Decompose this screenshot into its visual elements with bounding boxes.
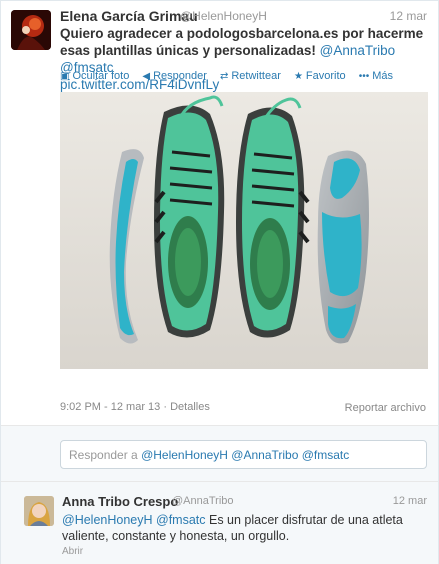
hide-photo-button[interactable]: ▣ Ocultar foto	[60, 70, 129, 82]
retweet-button[interactable]: ⇄ Retwittear	[220, 70, 281, 82]
report-link[interactable]: Reportar archivo	[345, 402, 426, 414]
author-name[interactable]: Elena García Grimau	[60, 8, 198, 24]
tweet-detail-panel: Elena García Grimau @HelenHoneyH 12 mar …	[0, 0, 439, 564]
author-handle[interactable]: @AnnaTribo	[172, 495, 234, 507]
reply-icon: ◀	[142, 71, 151, 82]
reply-button[interactable]: ◀ Responder	[142, 70, 207, 82]
reply-tweet[interactable]: Anna Tribo Crespo @AnnaTribo 12 mar @Hel…	[1, 481, 438, 564]
more-button[interactable]: ••• Más	[359, 70, 393, 82]
more-icon: •••	[358, 71, 370, 82]
mention-link[interactable]: @AnnaTribo	[320, 43, 396, 58]
reply-mention: @AnnaTribo	[231, 448, 299, 462]
author-handle[interactable]: @HelenHoneyH	[180, 9, 267, 23]
reply-text: @HelenHoneyH @fmsatc Es un placer disfru…	[62, 512, 427, 544]
tweet-timestamp: 9:02 PM - 12 mar 13	[60, 401, 161, 413]
photo-icon: ▣	[60, 71, 70, 82]
hide-photo-label: Ocultar foto	[72, 70, 130, 82]
author-name[interactable]: Anna Tribo Crespo	[62, 494, 178, 509]
tweet-photo[interactable]	[60, 92, 428, 369]
retweet-icon: ⇄	[219, 71, 229, 82]
tweet-actions: ▣ Ocultar foto ◀ Responder ⇄ Retwittear ★ Fa…	[60, 70, 403, 84]
more-label: Más	[372, 70, 394, 82]
tweet-meta: 9:02 PM - 12 mar 13 · Detalles	[60, 401, 210, 413]
tweet-date[interactable]: 12 mar	[393, 495, 427, 507]
reply-mention: @fmsatc	[301, 448, 350, 462]
reply-area: Responder a @HelenHoneyH @AnnaTribo @fms…	[1, 425, 438, 482]
mention-link[interactable]: @HelenHoneyH	[62, 513, 153, 527]
open-link[interactable]: Abrir	[62, 546, 83, 557]
favorite-button[interactable]: ★ Favorito	[294, 70, 346, 82]
reply-mention: @HelenHoneyH	[141, 448, 228, 462]
tweet-date[interactable]: 12 mar	[390, 9, 427, 23]
reply-prefix: Responder a	[69, 448, 138, 462]
reply-input[interactable]: Responder a @HelenHoneyH @AnnaTribo @fms…	[60, 440, 427, 469]
main-tweet: Elena García Grimau @HelenHoneyH 12 mar …	[1, 1, 438, 425]
mention-link[interactable]: @fmsatc	[156, 513, 206, 527]
avatar[interactable]	[24, 496, 54, 526]
avatar[interactable]	[11, 10, 51, 50]
favorite-label: Favorito	[305, 70, 346, 82]
details-link[interactable]: Detalles	[170, 401, 210, 413]
star-icon: ★	[293, 71, 303, 82]
retweet-label: Retwittear	[231, 70, 281, 82]
reply-label: Responder	[153, 70, 207, 82]
